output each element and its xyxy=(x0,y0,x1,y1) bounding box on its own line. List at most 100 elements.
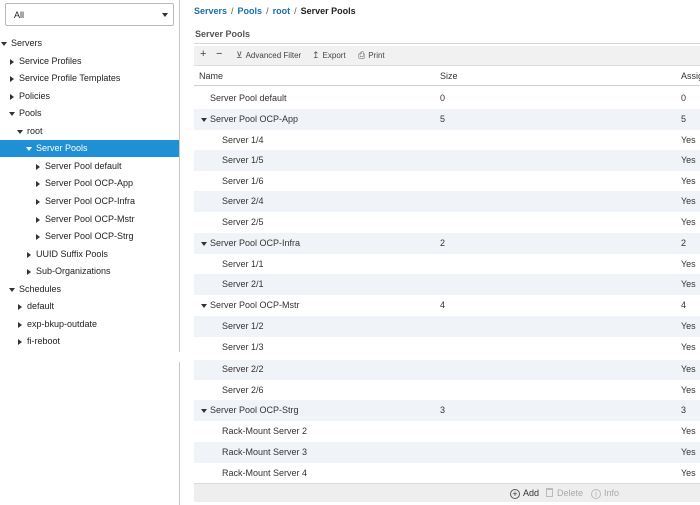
caret-right-icon[interactable] xyxy=(27,252,31,258)
print-label: Print xyxy=(368,51,385,60)
table-row-pool[interactable]: Server Pool OCP-Infra 2 2 xyxy=(194,233,700,254)
delete-button[interactable]: Delete xyxy=(546,488,583,498)
delete-label: Delete xyxy=(557,488,584,498)
nav-tree-item[interactable]: Policies xyxy=(0,88,179,105)
cell-assigned: Yes xyxy=(681,468,696,478)
caret-down-icon[interactable] xyxy=(201,304,207,308)
table-row[interactable]: Server 1/5 Yes xyxy=(194,150,700,171)
table-row[interactable]: Rack-Mount Server 4 Yes xyxy=(194,463,700,484)
caret-right-icon[interactable] xyxy=(18,304,22,310)
cell-name: Rack-Mount Server 4 xyxy=(222,468,308,478)
table-row[interactable]: Server 2/5 Yes xyxy=(194,212,700,233)
nav-tree-item[interactable]: Service Profiles xyxy=(0,53,179,70)
table-row[interactable]: Server 1/4 Yes xyxy=(194,130,700,151)
export-button[interactable]: ↥ Export xyxy=(312,50,346,61)
nav-tree-item-label: default xyxy=(27,301,55,311)
caret-right-icon[interactable] xyxy=(36,217,40,223)
table-row[interactable]: Server 1/1 Yes xyxy=(194,254,700,275)
caret-down-icon[interactable] xyxy=(9,288,15,292)
add-row-button[interactable]: + xyxy=(200,48,206,60)
nav-tree-item[interactable]: Server Pool OCP-Mstr xyxy=(0,211,179,228)
add-button[interactable]: + Add xyxy=(510,488,539,499)
nav-tree-item[interactable]: Sub-Organizations xyxy=(0,263,179,280)
table-row-pool[interactable]: Server Pool OCP-Strg 3 3 xyxy=(194,400,700,421)
nav-tree-item[interactable]: default xyxy=(0,298,179,315)
caret-right-icon[interactable] xyxy=(36,181,40,187)
nav-tree-item-label: exp-bkup-outdate xyxy=(27,319,98,329)
cell-assigned: Yes xyxy=(681,135,696,145)
page-title: Server Pools xyxy=(195,29,251,39)
breadcrumb: Servers / Pools / root / Server Pools xyxy=(194,6,356,16)
nav-tree-item[interactable]: Schedules xyxy=(0,281,179,298)
caret-down-icon[interactable] xyxy=(1,42,7,46)
caret-down-icon[interactable] xyxy=(201,242,207,246)
export-label: Export xyxy=(322,51,346,60)
action-bar: + Add Delete i Info xyxy=(194,483,700,502)
table-row[interactable]: Rack-Mount Server 3 Yes xyxy=(194,442,700,463)
export-icon: ↥ xyxy=(312,50,320,60)
table-row-pool[interactable]: Server Pool default 0 0 xyxy=(194,88,700,109)
nav-tree-item[interactable]: Server Pool default xyxy=(0,158,179,175)
cell-assigned: 3 xyxy=(681,405,687,415)
nav-tree-item[interactable]: Server Pools xyxy=(0,140,179,157)
cell-size: 4 xyxy=(440,300,446,310)
cell-size: 0 xyxy=(440,93,446,103)
nav-tree-item[interactable]: Servers xyxy=(0,35,179,52)
table-row-pool[interactable]: Server Pool OCP-App 5 5 xyxy=(194,109,700,130)
advanced-filter-button[interactable]: ⊻ Advanced Filter xyxy=(236,50,301,61)
cell-assigned: Yes xyxy=(681,426,696,436)
caret-right-icon[interactable] xyxy=(10,76,14,82)
caret-down-icon[interactable] xyxy=(26,147,32,151)
breadcrumb-pools[interactable]: Pools xyxy=(238,6,263,16)
table-row[interactable]: Server 1/2 Yes xyxy=(194,316,700,337)
table-row[interactable]: Server 2/1 Yes xyxy=(194,274,700,295)
filter-dropdown[interactable]: All xyxy=(5,3,174,26)
caret-right-icon[interactable] xyxy=(10,94,14,100)
caret-right-icon[interactable] xyxy=(18,339,22,345)
breadcrumb-root[interactable]: root xyxy=(273,6,291,16)
caret-down-icon[interactable] xyxy=(201,118,207,122)
nav-tree-item-label: Server Pool OCP-App xyxy=(45,178,134,188)
caret-right-icon[interactable] xyxy=(36,234,40,240)
column-header-name[interactable]: Name xyxy=(199,71,223,81)
table-row[interactable]: Server 2/4 Yes xyxy=(194,191,700,212)
cell-size: 3 xyxy=(440,405,446,415)
table-row[interactable]: Server 2/2 Yes xyxy=(194,359,700,380)
table-row[interactable]: Server 2/6 Yes xyxy=(194,380,700,401)
nav-tree-item[interactable]: Pools xyxy=(0,105,179,122)
breadcrumb-separator: / xyxy=(231,6,234,16)
add-label: Add xyxy=(523,488,540,498)
print-button[interactable]: ⎙ Print xyxy=(358,50,385,61)
column-header-size[interactable]: Size xyxy=(440,71,458,81)
print-icon: ⎙ xyxy=(358,50,366,60)
caret-right-icon[interactable] xyxy=(36,164,40,170)
nav-tree-item[interactable]: Server Pool OCP-Strg xyxy=(0,228,179,245)
table-row-pool[interactable]: Server Pool OCP-Mstr 4 4 xyxy=(194,295,700,316)
column-header-assigned[interactable]: Assig xyxy=(681,71,700,81)
cell-name: Server 1/5 xyxy=(222,155,264,165)
caret-right-icon[interactable] xyxy=(18,322,22,328)
remove-row-button[interactable]: − xyxy=(216,48,222,60)
table-row[interactable]: Server 1/6 Yes xyxy=(194,171,700,192)
nav-tree-item-label: Pools xyxy=(19,108,42,118)
caret-down-icon[interactable] xyxy=(17,130,23,134)
caret-right-icon[interactable] xyxy=(10,59,14,65)
cell-name: Server 2/4 xyxy=(222,196,264,206)
cell-size: 5 xyxy=(440,114,446,124)
nav-tree-item[interactable]: UUID Suffix Pools xyxy=(0,246,179,263)
info-button[interactable]: i Info xyxy=(591,488,619,499)
cell-assigned: Yes xyxy=(681,217,696,227)
nav-tree-item-label: Schedules xyxy=(19,284,62,294)
nav-tree-item[interactable]: Server Pool OCP-App xyxy=(0,175,179,192)
caret-down-icon[interactable] xyxy=(9,112,15,116)
caret-down-icon[interactable] xyxy=(201,409,207,413)
nav-tree-item[interactable]: fi-reboot xyxy=(0,333,179,350)
nav-tree-item[interactable]: exp-bkup-outdate xyxy=(0,316,179,333)
caret-right-icon[interactable] xyxy=(36,199,40,205)
caret-right-icon[interactable] xyxy=(27,269,31,275)
breadcrumb-servers[interactable]: Servers xyxy=(194,6,227,16)
table-row[interactable]: Rack-Mount Server 2 Yes xyxy=(194,421,700,442)
nav-tree-item[interactable]: root xyxy=(0,123,179,140)
nav-tree-item[interactable]: Service Profile Templates xyxy=(0,70,179,87)
nav-tree-item[interactable]: Server Pool OCP-Infra xyxy=(0,193,179,210)
